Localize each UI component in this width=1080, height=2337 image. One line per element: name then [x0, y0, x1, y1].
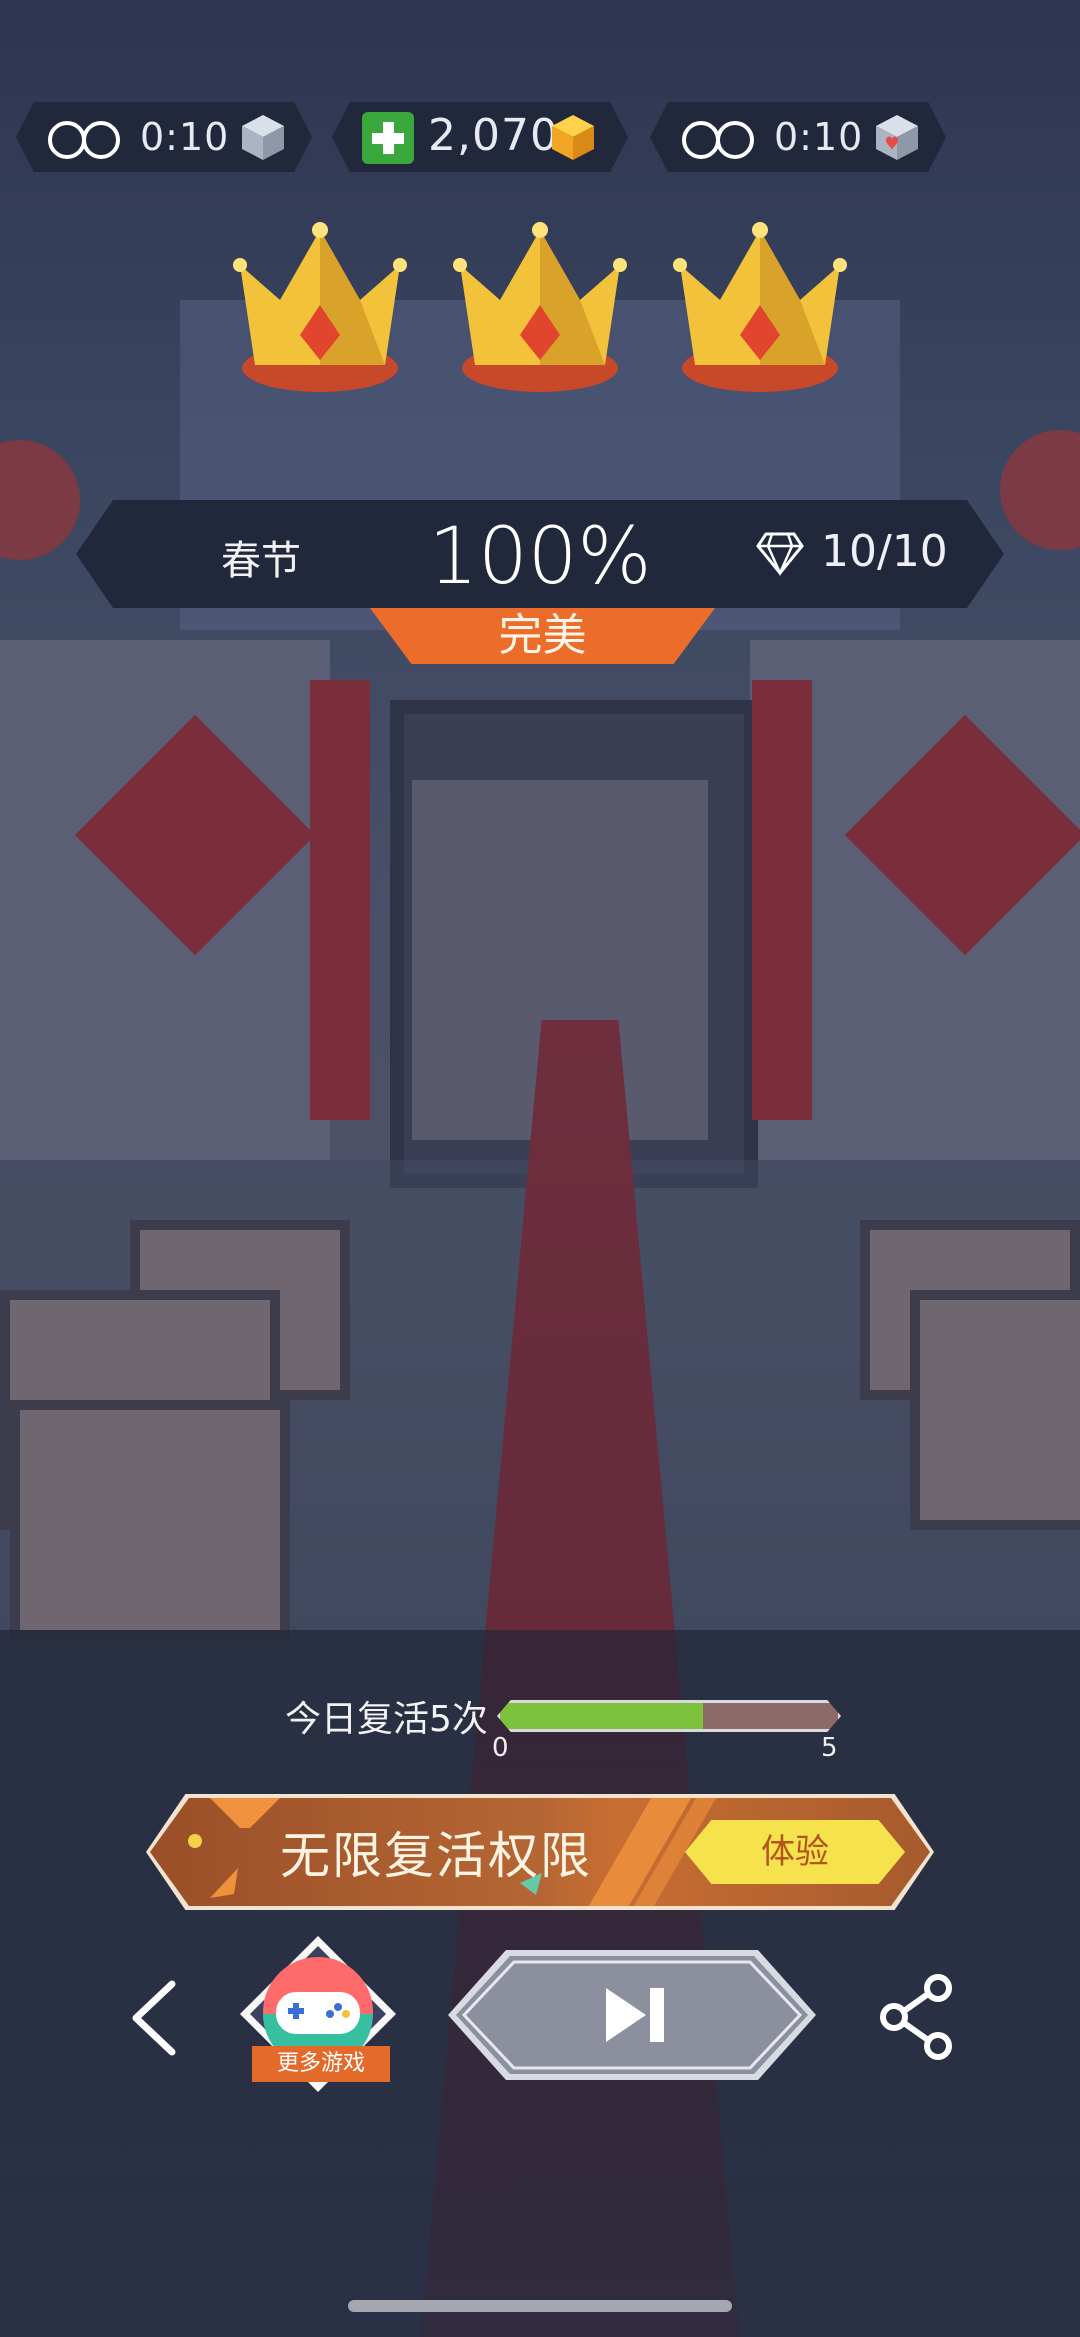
rating-badge: 完美	[370, 608, 715, 664]
crown-icon	[453, 222, 627, 392]
ribbon-icon	[210, 1798, 280, 1828]
daily-revive-label: 今日复活5次	[285, 1699, 488, 1740]
unlimited-revive-title: 无限复活权限	[280, 1827, 592, 1885]
diamond-icon	[756, 532, 804, 576]
crown-icon	[233, 222, 407, 392]
next-level-button[interactable]	[446, 1948, 818, 2082]
lives-timer-2-value: 0:10	[774, 115, 864, 159]
revive-progress-bar	[497, 1700, 841, 1732]
plus-icon[interactable]	[362, 112, 414, 164]
crown-icon	[673, 222, 847, 392]
result-banner: 春节 100% 10/10	[76, 500, 1004, 608]
try-button[interactable]: 体验	[685, 1820, 905, 1884]
heart-cube-icon	[876, 115, 918, 160]
infinity-icon	[48, 121, 122, 159]
unlimited-revive-banner[interactable]: 无限复活权限 体验	[150, 1798, 930, 1906]
home-indicator[interactable]	[348, 2300, 732, 2312]
infinity-icon	[682, 121, 756, 159]
lives-timer-2[interactable]: 0:10	[650, 102, 946, 172]
revive-progress-max: 5	[821, 1733, 838, 1763]
share-icon[interactable]	[878, 1972, 958, 2062]
sparkle-icon	[188, 1834, 202, 1848]
back-chevron-icon[interactable]	[120, 1978, 190, 2058]
lives-timer-1-value: 0:10	[140, 115, 230, 159]
more-games-label[interactable]: 更多游戏	[252, 2046, 390, 2082]
lives-timer-1[interactable]: 0:10	[16, 102, 312, 172]
revive-progress-fill	[500, 1703, 703, 1729]
coins-value: 2,070	[428, 110, 559, 161]
cube-icon	[242, 115, 284, 160]
gems-collected: 10/10	[821, 526, 948, 577]
revive-progress-min: 0	[492, 1733, 509, 1763]
gold-cube-icon	[552, 115, 594, 160]
coins-counter[interactable]: 2,070	[332, 102, 628, 172]
triangle-icon	[210, 1868, 238, 1898]
